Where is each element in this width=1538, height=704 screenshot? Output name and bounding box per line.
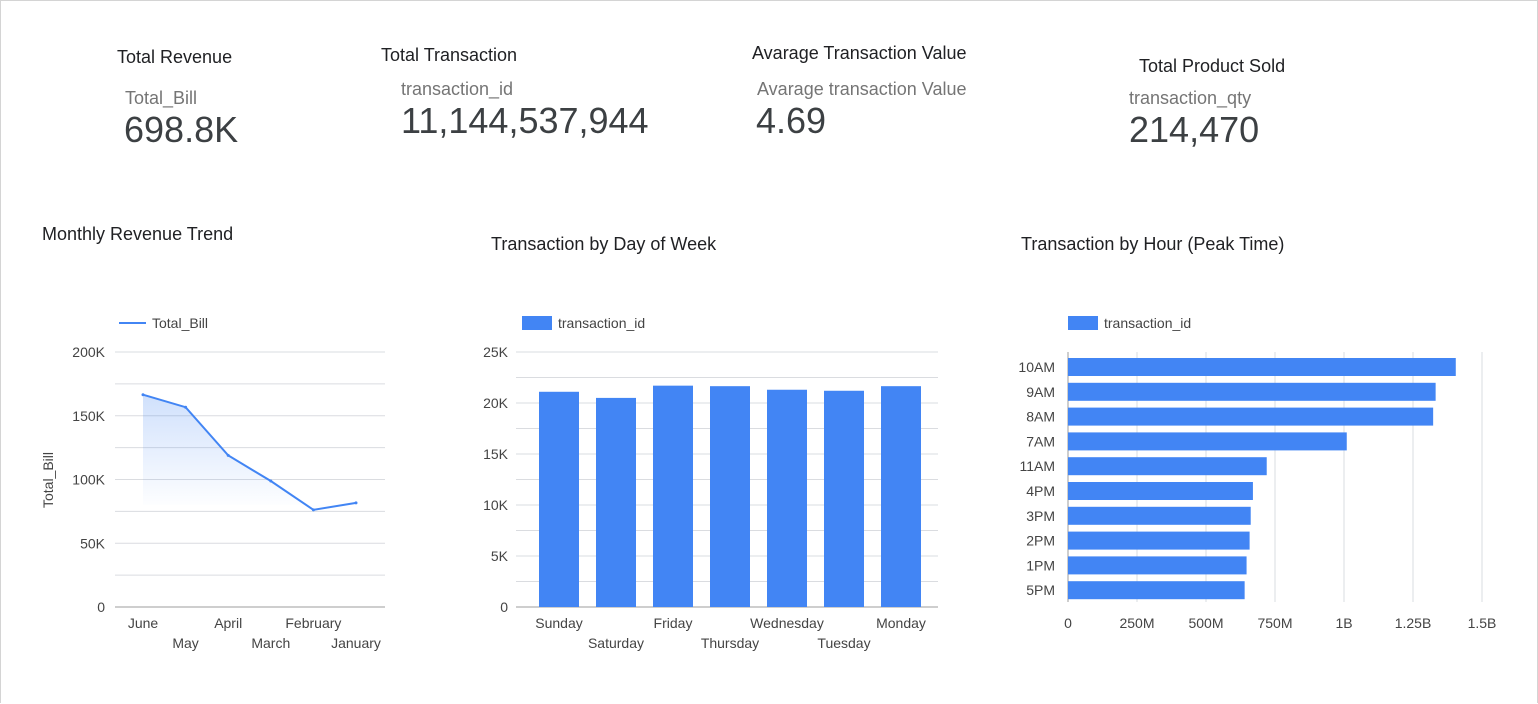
- y-tick-label: 10K: [483, 497, 509, 513]
- bar: [1068, 382, 1436, 401]
- legend-swatch: [522, 316, 552, 330]
- x-tick-label: April: [214, 615, 242, 631]
- x-tick-label: 1.5B: [1468, 615, 1497, 631]
- x-tick-label: Saturday: [588, 635, 644, 651]
- y-tick-label: 200K: [72, 344, 105, 360]
- y-tick-label: 4PM: [1026, 483, 1055, 499]
- y-tick-label: 5K: [491, 548, 509, 564]
- data-point: [354, 501, 358, 505]
- legend-label: Total_Bill: [152, 315, 208, 331]
- y-tick-label: 3PM: [1026, 508, 1055, 524]
- y-tick-label: 5PM: [1026, 582, 1055, 598]
- x-tick-label: Wednesday: [750, 615, 824, 631]
- bar: [767, 389, 807, 607]
- data-point: [184, 405, 188, 409]
- bar: [1068, 556, 1247, 575]
- y-axis-title: Total_Bill: [40, 452, 56, 508]
- x-tick-label: May: [172, 635, 198, 651]
- y-tick-label: 7AM: [1026, 433, 1055, 449]
- y-tick-label: 10AM: [1018, 359, 1055, 375]
- x-tick-label: Friday: [654, 615, 693, 631]
- x-tick-label: January: [331, 635, 381, 651]
- y-tick-label: 0: [97, 599, 105, 615]
- bar: [710, 386, 750, 607]
- x-tick-label: Sunday: [535, 615, 582, 631]
- bar: [1068, 432, 1347, 451]
- area-fill: [143, 394, 356, 510]
- legend-label: transaction_id: [1104, 315, 1191, 331]
- bar: [539, 391, 579, 607]
- x-tick-label: June: [128, 615, 159, 631]
- x-tick-label: 1.25B: [1395, 615, 1432, 631]
- bar: [1068, 506, 1251, 525]
- charts-layer[interactable]: 0 50K 100K 150K 200K June May April March Februar…: [0, 0, 1538, 704]
- bar: [1068, 358, 1456, 376]
- x-tick-label: Tuesday: [817, 635, 870, 651]
- y-tick-label: 25K: [483, 344, 509, 360]
- x-tick-label: Thursday: [701, 635, 759, 651]
- y-tick-label: 11AM: [1019, 458, 1055, 474]
- y-tick-label: 150K: [72, 408, 105, 424]
- bar: [824, 390, 864, 607]
- data-point: [311, 508, 315, 512]
- bar: [881, 386, 921, 607]
- y-tick-label: 8AM: [1026, 409, 1055, 425]
- x-tick-label: 750M: [1257, 615, 1292, 631]
- legend-label: transaction_id: [558, 315, 645, 331]
- legend-swatch: [1068, 316, 1098, 330]
- bar: [1068, 531, 1250, 550]
- bar: [1068, 407, 1434, 426]
- y-tick-label: 9AM: [1026, 384, 1055, 400]
- x-tick-label: 0: [1064, 615, 1072, 631]
- y-tick-label: 20K: [483, 395, 509, 411]
- x-tick-label: February: [285, 615, 341, 631]
- bar: [1068, 482, 1253, 500]
- data-point: [269, 479, 273, 483]
- bar: [596, 397, 636, 607]
- x-tick-label: 500M: [1188, 615, 1223, 631]
- y-tick-label: 50K: [80, 535, 106, 551]
- y-tick-label: 15K: [483, 446, 509, 462]
- y-tick-label: 100K: [72, 472, 105, 488]
- x-tick-label: 250M: [1119, 615, 1154, 631]
- x-tick-label: March: [251, 635, 290, 651]
- x-tick-label: 1B: [1335, 615, 1352, 631]
- y-tick-label: 2PM: [1026, 533, 1055, 549]
- y-tick-label: 1PM: [1026, 557, 1055, 573]
- x-tick-label: Monday: [876, 615, 926, 631]
- bar: [653, 385, 693, 607]
- bar: [1068, 457, 1267, 476]
- y-tick-label: 0: [500, 599, 508, 615]
- bar: [1068, 581, 1245, 600]
- data-point: [141, 393, 145, 397]
- data-point: [226, 453, 230, 457]
